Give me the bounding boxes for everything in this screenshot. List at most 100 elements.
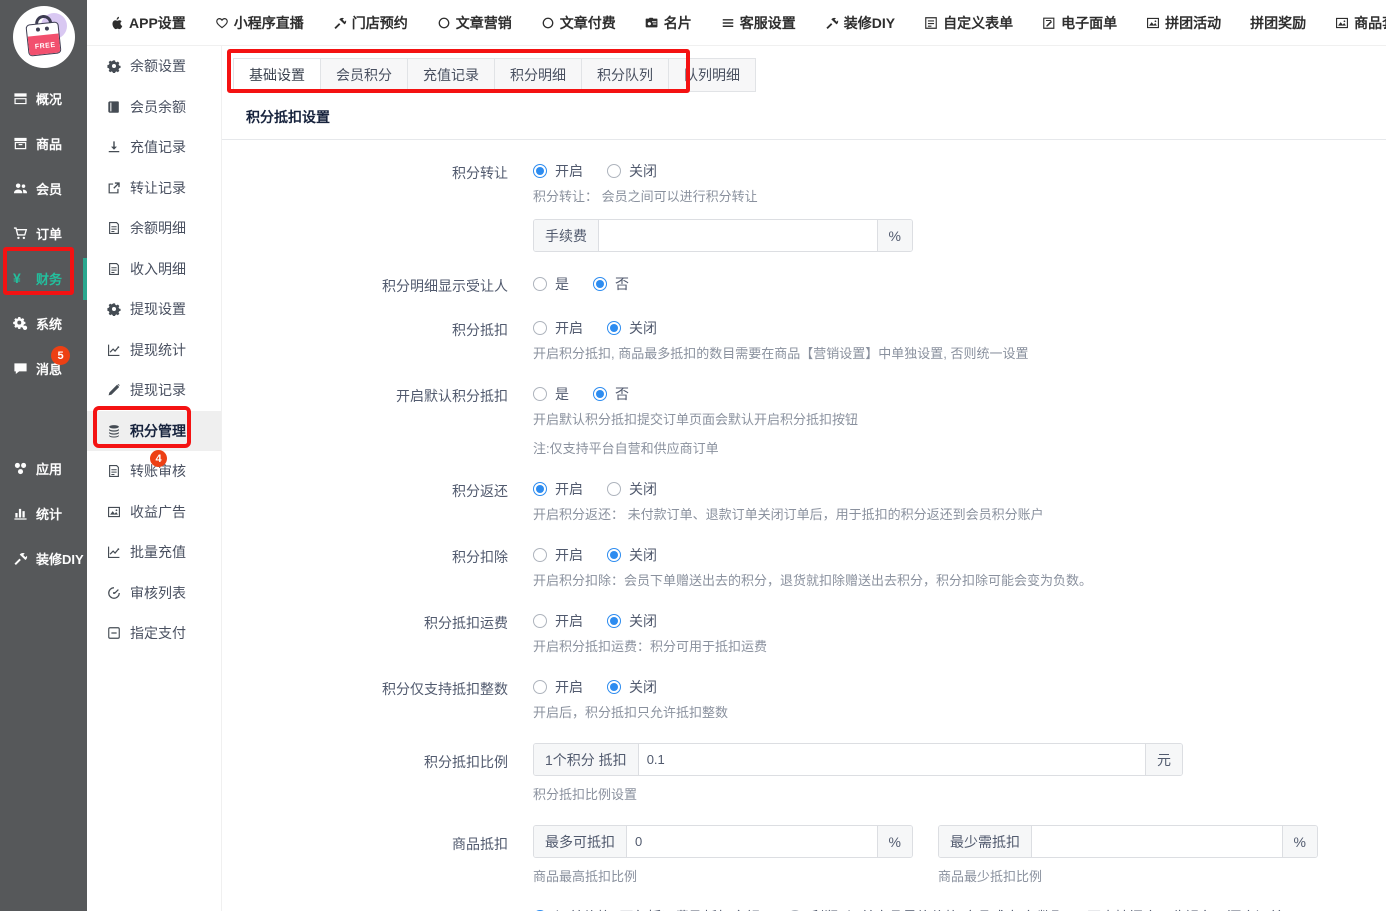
sidebar-item-10[interactable]: 装修DIY xyxy=(0,536,87,581)
tab-2[interactable]: 会员积分 xyxy=(320,58,408,92)
radio-dot[interactable] xyxy=(607,164,621,178)
submenu-item-12[interactable]: 收益广告 xyxy=(87,492,221,533)
tab-1[interactable]: 基础设置 xyxy=(233,58,321,92)
form-row-9: 积分抵扣比例1个积分 抵扣元积分抵扣比例设置 xyxy=(222,743,1386,803)
notification-badge: 4 xyxy=(150,450,167,467)
sidebar-item-label: 概况 xyxy=(36,89,62,108)
topnav-item-5[interactable]: 文章付费 xyxy=(541,13,616,33)
field-help-text: 开启积分扣除：会员下单赠送出去的积分，退货就扣除赠送出去积分，积分扣除可能会变为… xyxy=(533,570,1386,589)
sidebar-item-2[interactable]: 商品 xyxy=(0,121,87,166)
topnav-item-label: 小程序直播 xyxy=(234,13,304,33)
radio-option[interactable]: 开启 xyxy=(533,545,583,565)
submenu-item-6[interactable]: 收入明细 xyxy=(87,249,221,290)
submenu-item-7[interactable]: 提现设置 xyxy=(87,289,221,330)
submenu-item-14[interactable]: 审核列表 xyxy=(87,573,221,614)
radio-dot[interactable] xyxy=(607,321,621,335)
radio-dot[interactable] xyxy=(533,164,547,178)
radio-option[interactable]: 开启 xyxy=(533,161,583,181)
radio-label: 关闭 xyxy=(629,611,657,631)
submenu-item-1[interactable]: 余额设置 xyxy=(87,46,221,87)
radio-option[interactable]: 是 xyxy=(533,274,569,294)
topnav-item-2[interactable]: 小程序直播 xyxy=(215,13,304,33)
submenu-item-8[interactable]: 提现统计 xyxy=(87,330,221,371)
sidebar-item-1[interactable]: 概况 xyxy=(0,76,87,121)
topnav-item-9[interactable]: 自定义表单 xyxy=(924,13,1013,33)
radio-option[interactable]: 开启 xyxy=(533,479,583,499)
radio-dot[interactable] xyxy=(607,680,621,694)
radio-option[interactable]: 关闭 xyxy=(607,611,657,631)
submenu-item-10[interactable]: 积分管理 xyxy=(87,411,221,452)
radio-option[interactable]: 利润:(订单商品最终价格-商品成本,负数取0。不支持门店、收银台、酒店订单) xyxy=(788,907,1288,911)
radio-dot[interactable] xyxy=(607,614,621,628)
sidebar-item-6[interactable]: 系统 xyxy=(0,301,87,346)
topnav-item-6[interactable]: 名片 xyxy=(645,13,692,33)
radio-option[interactable]: 关闭 xyxy=(607,479,657,499)
radio-option[interactable]: 关闭 xyxy=(607,545,657,565)
radio-dot[interactable] xyxy=(607,548,621,562)
topnav-item-10[interactable]: 电子面单 xyxy=(1042,13,1117,33)
topnav-item-1[interactable]: APP设置 xyxy=(110,13,186,33)
form-row-10: 商品抵扣最多可抵扣%商品最高抵扣比例最少需抵扣%商品最少抵扣比例 xyxy=(222,825,1386,885)
radio-option[interactable]: 关闭 xyxy=(607,161,657,181)
text-input[interactable] xyxy=(1032,826,1282,857)
topnav-item-label: 拼团奖励 xyxy=(1250,13,1306,33)
tab-6[interactable]: 队列明细 xyxy=(668,58,756,92)
sidebar-item-3[interactable]: 会员 xyxy=(0,166,87,211)
topnav-item-7[interactable]: 客服设置 xyxy=(721,13,796,33)
radio-option[interactable]: 关闭 xyxy=(607,677,657,697)
radio-option[interactable]: 开启 xyxy=(533,677,583,697)
radio-dot[interactable] xyxy=(593,387,607,401)
radio-option[interactable]: 开启 xyxy=(533,611,583,631)
radio-dot[interactable] xyxy=(533,482,547,496)
submenu-item-4[interactable]: 转让记录 xyxy=(87,168,221,209)
sidebar-item-5[interactable]: ¥财务 xyxy=(0,256,87,301)
submenu-item-13[interactable]: 批量充值 xyxy=(87,532,221,573)
tab-5[interactable]: 积分队列 xyxy=(581,58,669,92)
topnav-item-11[interactable]: 拼团活动 xyxy=(1146,13,1221,33)
gear-icon xyxy=(107,302,121,316)
field-controls: 1个积分 抵扣元积分抵扣比例设置 xyxy=(533,743,1386,803)
radio-label: 关闭 xyxy=(629,479,657,499)
cart-icon xyxy=(13,226,28,241)
topnav-item-12[interactable]: 拼团奖励 xyxy=(1250,13,1306,33)
text-input[interactable] xyxy=(599,220,877,251)
radio-option[interactable]: 是 xyxy=(533,384,569,404)
radio-dot[interactable] xyxy=(533,614,547,628)
submenu-item-5[interactable]: 余额明细 xyxy=(87,208,221,249)
radio-label: 是 xyxy=(555,384,569,404)
sidebar-item-7[interactable]: 消息5 xyxy=(0,346,87,391)
sidebar-item-9[interactable]: 统计 xyxy=(0,491,87,536)
radio-option[interactable]: 否 xyxy=(593,384,629,404)
radio-dot[interactable] xyxy=(533,277,547,291)
submenu-item-3[interactable]: 充值记录 xyxy=(87,127,221,168)
radio-option[interactable]: 开启 xyxy=(533,318,583,338)
radio-dot[interactable] xyxy=(593,277,607,291)
topnav-item-4[interactable]: 文章营销 xyxy=(437,13,512,33)
topnav-item-13[interactable]: 商品套餐 xyxy=(1335,13,1386,33)
app-logo[interactable]: FREE xyxy=(0,0,87,76)
sidebar-item-4[interactable]: 订单 xyxy=(0,211,87,256)
submenu-item-11[interactable]: 转账审核4 xyxy=(87,451,221,492)
topnav-item-3[interactable]: 门店预约 xyxy=(333,13,408,33)
heart-icon xyxy=(215,16,229,30)
radio-dot[interactable] xyxy=(533,387,547,401)
radio-option[interactable]: 关闭 xyxy=(607,318,657,338)
sidebar-item-8[interactable]: 应用 xyxy=(0,446,87,491)
submenu-item-15[interactable]: 指定支付 xyxy=(87,613,221,654)
finance-submenu: 余额设置会员余额充值记录转让记录余额明细收入明细提现设置提现统计提现记录积分管理… xyxy=(87,46,222,911)
radio-option[interactable]: 订单价格:(不包括运费及抵扣金额) xyxy=(533,907,764,911)
field-help-text: 开启后，积分抵扣只允许抵扣整数 xyxy=(533,702,1386,721)
radio-dot[interactable] xyxy=(607,482,621,496)
text-input[interactable] xyxy=(639,744,1145,775)
submenu-item-2[interactable]: 会员余额 xyxy=(87,87,221,128)
submenu-item-9[interactable]: 提现记录 xyxy=(87,370,221,411)
tab-3[interactable]: 充值记录 xyxy=(407,58,495,92)
tab-4[interactable]: 积分明细 xyxy=(494,58,582,92)
field-controls: 是否开启默认积分抵扣提交订单页面会默认开启积分抵扣按钮注:仅支持平台自营和供应商… xyxy=(533,384,1386,457)
radio-option[interactable]: 否 xyxy=(593,274,629,294)
radio-dot[interactable] xyxy=(533,680,547,694)
text-input[interactable] xyxy=(627,826,877,857)
radio-dot[interactable] xyxy=(533,321,547,335)
topnav-item-8[interactable]: 装修DIY xyxy=(825,13,895,33)
radio-dot[interactable] xyxy=(533,548,547,562)
